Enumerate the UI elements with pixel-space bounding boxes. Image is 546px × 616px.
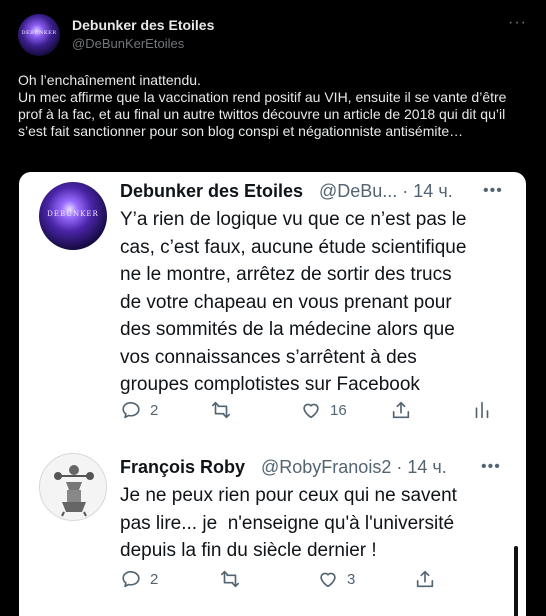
retweet-icon <box>220 570 240 588</box>
embedded-like-count: 3 <box>347 570 356 588</box>
embedded-scrollbar <box>514 546 518 616</box>
embedded-reply-count: 2 <box>150 401 159 419</box>
alchemy-still-icon <box>54 465 94 517</box>
heart-icon <box>320 572 336 588</box>
embedded-reply-text: Y’a rien de logique vu que ce n’est pas … <box>120 209 467 395</box>
embedded-share-action <box>390 399 412 421</box>
embedded-avatar <box>39 453 107 521</box>
reply-icon <box>122 401 140 419</box>
embedded-avatar: DEBUNKER <box>39 182 107 250</box>
share-icon <box>416 570 434 588</box>
embedded-retweet-action <box>219 568 241 590</box>
embedded-author-name: Debunker des Etoiles <box>120 181 304 201</box>
embedded-avatar-text: DEBUNKER <box>47 210 99 218</box>
author-avatar-text: DEBUNKER <box>21 30 57 36</box>
author-handle[interactable]: @DeBunKerEtoiles <box>72 36 184 51</box>
embedded-reply-action: 2 <box>120 568 158 590</box>
tweet-header: DEBUNKER Debunker des Etoiles @DeBunKerE… <box>0 0 546 60</box>
embedded-retweet-action <box>210 399 232 421</box>
share-icon <box>392 401 410 419</box>
attached-screenshot[interactable]: DEBUNKER Debunker des Etoiles @DeBu... ·… <box>19 172 526 616</box>
embedded-more-icon: ••• <box>483 182 503 199</box>
embedded-handle-time: @RobyFranois2 · 14 ч. <box>261 457 447 477</box>
embedded-views-action <box>471 399 493 421</box>
embedded-reply-text: Je ne peux rien pour ceux qui ne savent … <box>120 485 457 561</box>
more-options-icon[interactable]: ··· <box>508 14 527 32</box>
reply-icon <box>122 570 140 588</box>
author-avatar[interactable]: DEBUNKER <box>18 14 60 56</box>
embedded-reply: DEBUNKER Debunker des Etoiles @DeBu... ·… <box>19 172 526 442</box>
embedded-reply: François Roby @RobyFranois2 · 14 ч. ••• … <box>19 442 526 616</box>
author-name[interactable]: Debunker des Etoiles <box>72 17 214 33</box>
embedded-author-name: François Roby <box>120 457 246 477</box>
embedded-like-count: 16 <box>330 401 347 419</box>
embedded-share-action <box>414 568 436 590</box>
embedded-like-action: 16 <box>300 399 347 421</box>
tweet-text: Oh l’enchaînement inattendu. Un mec affi… <box>18 72 507 139</box>
embedded-handle-time: @DeBu... · 14 ч. <box>319 181 453 201</box>
embedded-reply-action: 2 <box>120 399 158 421</box>
heart-icon <box>303 403 319 419</box>
embedded-reply-count: 2 <box>150 570 159 588</box>
embedded-more-icon: ••• <box>481 458 501 475</box>
retweet-icon <box>211 401 231 419</box>
views-icon <box>475 401 489 419</box>
embedded-like-action: 3 <box>317 568 355 590</box>
